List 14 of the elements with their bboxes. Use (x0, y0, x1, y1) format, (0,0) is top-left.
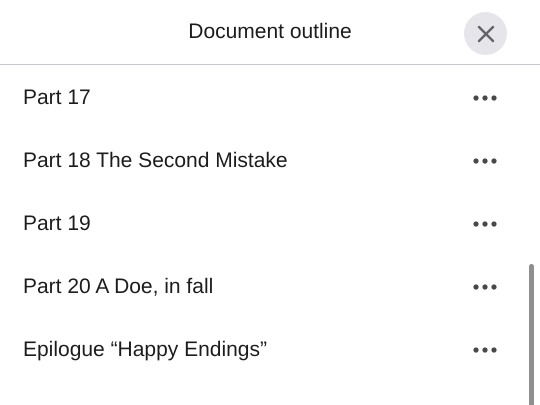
more-icon (473, 220, 497, 226)
more-icon (473, 158, 497, 164)
panel-title: Document outline (188, 19, 352, 46)
outline-item[interactable]: Part 20 A Doe, in fall (23, 270, 214, 302)
close-button[interactable] (464, 12, 507, 55)
outline-item[interactable]: Epilogue “Happy Endings” (23, 334, 267, 366)
more-icon (473, 284, 497, 290)
more-icon (473, 94, 497, 100)
more-icon (473, 346, 497, 352)
outline-item[interactable]: Part 17 (23, 82, 91, 114)
outline-item[interactable]: Part 19 (23, 208, 91, 240)
outline-item[interactable]: Part 18 The Second Mistake (23, 144, 288, 176)
scrollbar[interactable] (529, 264, 534, 405)
close-icon (476, 24, 494, 42)
